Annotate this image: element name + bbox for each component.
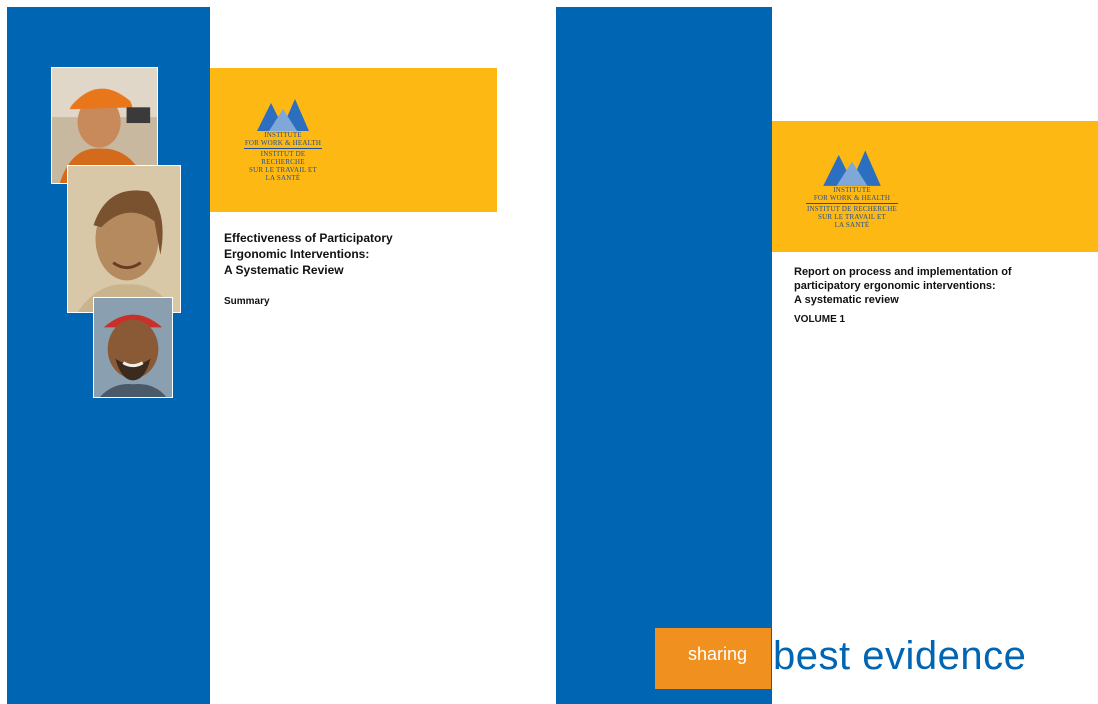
logo-text: INSTITUTE FOR WORK & HEALTH INSTITUT DE … [240,131,326,182]
logo-line: LA SANTÉ [265,174,301,182]
logo-line: LA SANTÉ [834,221,870,229]
mountain-peaks-icon [257,99,309,131]
summary-label: Summary [224,296,270,307]
title-line: A systematic review [794,294,899,306]
iwh-logo: INSTITUTE FOR WORK & HEALTH INSTITUT DE … [802,146,902,229]
logo-text: INSTITUTE FOR WORK & HEALTH INSTITUT DE … [802,186,902,229]
title-line: Ergonomic Interventions: [224,247,370,261]
logo-line: FOR WORK & HEALTH [244,139,322,147]
blue-band [556,7,772,704]
logo-line: INSTITUTE [833,186,871,194]
best-evidence-tagline: best evidence [773,634,1027,678]
logo-line: SUR LE TRAVAIL ET [249,166,317,174]
title-line: A Systematic Review [224,263,344,277]
logo-line: FOR WORK & HEALTH [813,194,891,202]
summary-cover: INSTITUTE FOR WORK & HEALTH INSTITUT DE … [7,7,497,704]
sharing-word: sharing [688,644,748,664]
logo-line: INSTITUT DE RECHERCHE [806,205,897,213]
logo-rule [806,203,898,204]
report-cover: INSTITUTE FOR WORK & HEALTH INSTITUT DE … [556,7,1098,704]
woman-smiling-photo [67,165,181,313]
logo-line: SUR LE TRAVAIL ET [818,213,886,221]
gold-band: INSTITUTE FOR WORK & HEALTH INSTITUT DE … [210,68,497,212]
summary-title: Effectiveness of Participatory Ergonomic… [224,230,464,310]
title-line: Effectiveness of Participatory [224,231,393,245]
report-title: Report on process and implementation of … [794,265,1084,327]
logo-line: INSTITUT DE RECHERCHE [260,150,306,166]
title-line: participatory ergonomic interventions: [794,280,996,292]
volume-label: VOLUME 1 [794,314,846,325]
mountain-peaks-icon [823,150,881,186]
title-line: Report on process and implementation of [794,266,1012,278]
gold-band: INSTITUTE FOR WORK & HEALTH INSTITUT DE … [772,121,1098,252]
logo-line: INSTITUTE [264,131,302,139]
iwh-logo: INSTITUTE FOR WORK & HEALTH INSTITUT DE … [240,95,326,182]
man-smiling-photo [93,297,173,398]
logo-rule [244,148,322,149]
